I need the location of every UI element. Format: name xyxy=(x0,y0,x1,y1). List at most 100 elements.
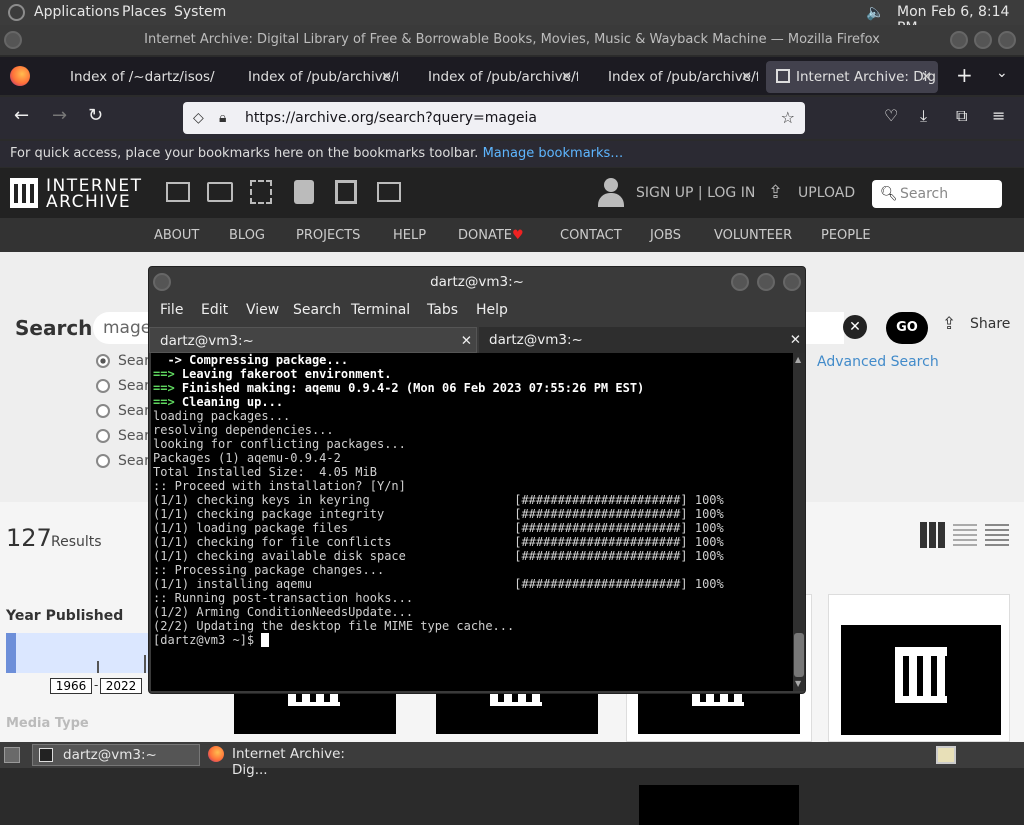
close-tab-icon[interactable]: ✕ xyxy=(790,327,801,353)
terminal-minimize-button[interactable] xyxy=(731,273,749,291)
url-bar[interactable]: ◇ 🔒︎ https://archive.org/search?query=ma… xyxy=(183,102,805,134)
scroll-up-icon[interactable]: ▲ xyxy=(795,355,801,364)
applications-menu[interactable]: Applications xyxy=(34,4,120,20)
share-icon[interactable]: ⇪ xyxy=(942,314,956,334)
result-thumbnail[interactable] xyxy=(436,694,598,734)
lock-icon[interactable]: 🔒︎ xyxy=(219,102,226,134)
menu-view[interactable]: View xyxy=(246,302,279,318)
pocket-icon[interactable]: ♡ xyxy=(884,106,898,125)
year-to-input[interactable]: 2022 xyxy=(100,678,142,694)
year-from-input[interactable]: 1966 xyxy=(50,678,92,694)
list-detail-view-icon[interactable] xyxy=(953,524,977,546)
reload-icon[interactable]: ↻ xyxy=(88,105,103,126)
radio-2[interactable] xyxy=(96,379,110,393)
texts-icon[interactable] xyxy=(207,182,233,202)
forward-icon[interactable]: → xyxy=(52,105,67,126)
list-tabs-icon[interactable]: ⌄ xyxy=(996,65,1008,81)
workspace-switcher-icon[interactable] xyxy=(936,746,956,764)
software-icon[interactable] xyxy=(335,180,357,204)
nav-people[interactable]: PEOPLE xyxy=(821,228,871,243)
nav-about[interactable]: ABOUT xyxy=(154,228,199,243)
app-menu-icon[interactable]: ≡ xyxy=(992,106,1005,125)
nav-donate[interactable]: DONATE xyxy=(458,228,512,243)
bookmark-star-icon[interactable]: ☆ xyxy=(781,102,795,134)
main-search-input[interactable]: mageia xyxy=(93,312,153,344)
go-button[interactable]: GO xyxy=(886,312,928,344)
video-icon[interactable] xyxy=(250,180,272,204)
url-text[interactable]: https://archive.org/search?query=mageia xyxy=(245,110,537,126)
result-thumbnail[interactable] xyxy=(234,694,396,734)
nav-jobs[interactable]: JOBS xyxy=(650,228,681,243)
nav-contact[interactable]: CONTACT xyxy=(560,228,622,243)
places-menu[interactable]: Places xyxy=(122,4,167,20)
terminal-tab-2[interactable]: dartz@vm3:~ ✕ xyxy=(479,327,805,353)
year-histogram[interactable] xyxy=(6,633,148,673)
show-desktop-icon[interactable] xyxy=(4,747,20,763)
tab-fedora-1[interactable]: Index of /pub/archive/fe ✕ xyxy=(226,61,398,93)
radio-5[interactable] xyxy=(96,454,110,468)
close-tab-icon[interactable]: ✕ xyxy=(461,328,472,354)
system-menu[interactable]: System xyxy=(174,4,226,20)
ia-search-input[interactable]: 🔍︎ Search xyxy=(872,180,1002,208)
menu-terminal[interactable]: Terminal xyxy=(351,302,410,318)
result-thumbnail[interactable] xyxy=(639,785,799,825)
share-link[interactable]: Share xyxy=(970,316,1010,332)
close-window-button[interactable] xyxy=(998,31,1016,49)
nav-projects[interactable]: PROJECTS xyxy=(296,228,360,243)
tab-isos[interactable]: Index of /~dartz/isos/ xyxy=(48,61,218,93)
radio-3[interactable] xyxy=(96,404,110,418)
scroll-down-icon[interactable]: ▼ xyxy=(795,679,801,688)
ia-logo-icon[interactable] xyxy=(10,178,38,208)
new-tab-icon[interactable]: + xyxy=(956,63,973,87)
nav-help[interactable]: HELP xyxy=(393,228,426,243)
ia-logo-bottom[interactable]: ARCHIVE xyxy=(46,192,131,212)
list-compact-view-icon[interactable] xyxy=(985,524,1009,546)
result-thumbnail[interactable] xyxy=(841,625,1001,735)
firefox-view-icon[interactable] xyxy=(10,66,30,86)
images-icon[interactable] xyxy=(377,182,401,202)
menu-file[interactable]: File xyxy=(160,302,183,318)
radio-1[interactable] xyxy=(96,354,110,368)
terminal-tab-1[interactable]: dartz@vm3:~ ✕ xyxy=(149,327,477,353)
upload-icon[interactable]: ⇪ xyxy=(768,182,783,203)
scrollbar-thumb[interactable] xyxy=(794,633,804,677)
radio-4[interactable] xyxy=(96,429,110,443)
terminal-output[interactable]: -> Compressing package... ==> Leaving fak… xyxy=(151,353,793,691)
close-tab-icon[interactable]: ✕ xyxy=(561,61,572,93)
year-range-handle[interactable] xyxy=(6,633,16,673)
tab-internet-archive[interactable]: Internet Archive: Dig ✕ xyxy=(766,61,938,93)
distro-logo-icon[interactable] xyxy=(8,4,25,21)
clear-search-icon[interactable]: ✕ xyxy=(843,315,867,339)
advanced-search-link[interactable]: Advanced Search xyxy=(817,354,939,370)
back-icon[interactable]: ← xyxy=(14,105,29,126)
extensions-icon[interactable]: ⧉ xyxy=(956,106,967,126)
terminal-window[interactable]: dartz@vm3:~ File Edit View Search Termin… xyxy=(148,266,806,694)
nav-blog[interactable]: BLOG xyxy=(229,228,265,243)
signup-login-link[interactable]: SIGN UP | LOG IN xyxy=(636,185,755,201)
result-card[interactable] xyxy=(828,594,1010,742)
volume-icon[interactable]: 🔈 xyxy=(866,3,885,21)
terminal-close-button[interactable] xyxy=(783,273,801,291)
menu-tabs[interactable]: Tabs xyxy=(427,302,458,318)
terminal-window-menu-button[interactable] xyxy=(153,273,171,291)
user-icon[interactable] xyxy=(598,178,624,208)
upload-link[interactable]: UPLOAD xyxy=(798,185,855,201)
taskbar-terminal[interactable]: dartz@vm3:~ xyxy=(32,744,200,766)
minimize-button[interactable] xyxy=(950,31,968,49)
maximize-button[interactable] xyxy=(974,31,992,49)
tile-view-icon[interactable] xyxy=(920,522,946,548)
terminal-maximize-button[interactable] xyxy=(757,273,775,291)
close-tab-icon[interactable]: ✕ xyxy=(381,61,392,93)
result-thumbnail[interactable] xyxy=(638,694,800,734)
taskbar-firefox[interactable]: Internet Archive: Dig... xyxy=(204,744,380,778)
audio-icon[interactable] xyxy=(294,180,314,204)
web-icon[interactable] xyxy=(166,182,190,202)
close-tab-icon[interactable]: ✕ xyxy=(741,61,752,93)
menu-edit[interactable]: Edit xyxy=(201,302,228,318)
window-menu-button[interactable] xyxy=(4,31,22,49)
menu-search[interactable]: Search xyxy=(293,302,341,318)
tracking-shield-icon[interactable]: ◇ xyxy=(193,102,204,134)
terminal-title[interactable]: dartz@vm3:~ xyxy=(149,267,805,297)
downloads-icon[interactable]: ⤓ xyxy=(920,106,927,126)
terminal-scrollbar[interactable]: ▲ ▼ xyxy=(793,353,805,691)
